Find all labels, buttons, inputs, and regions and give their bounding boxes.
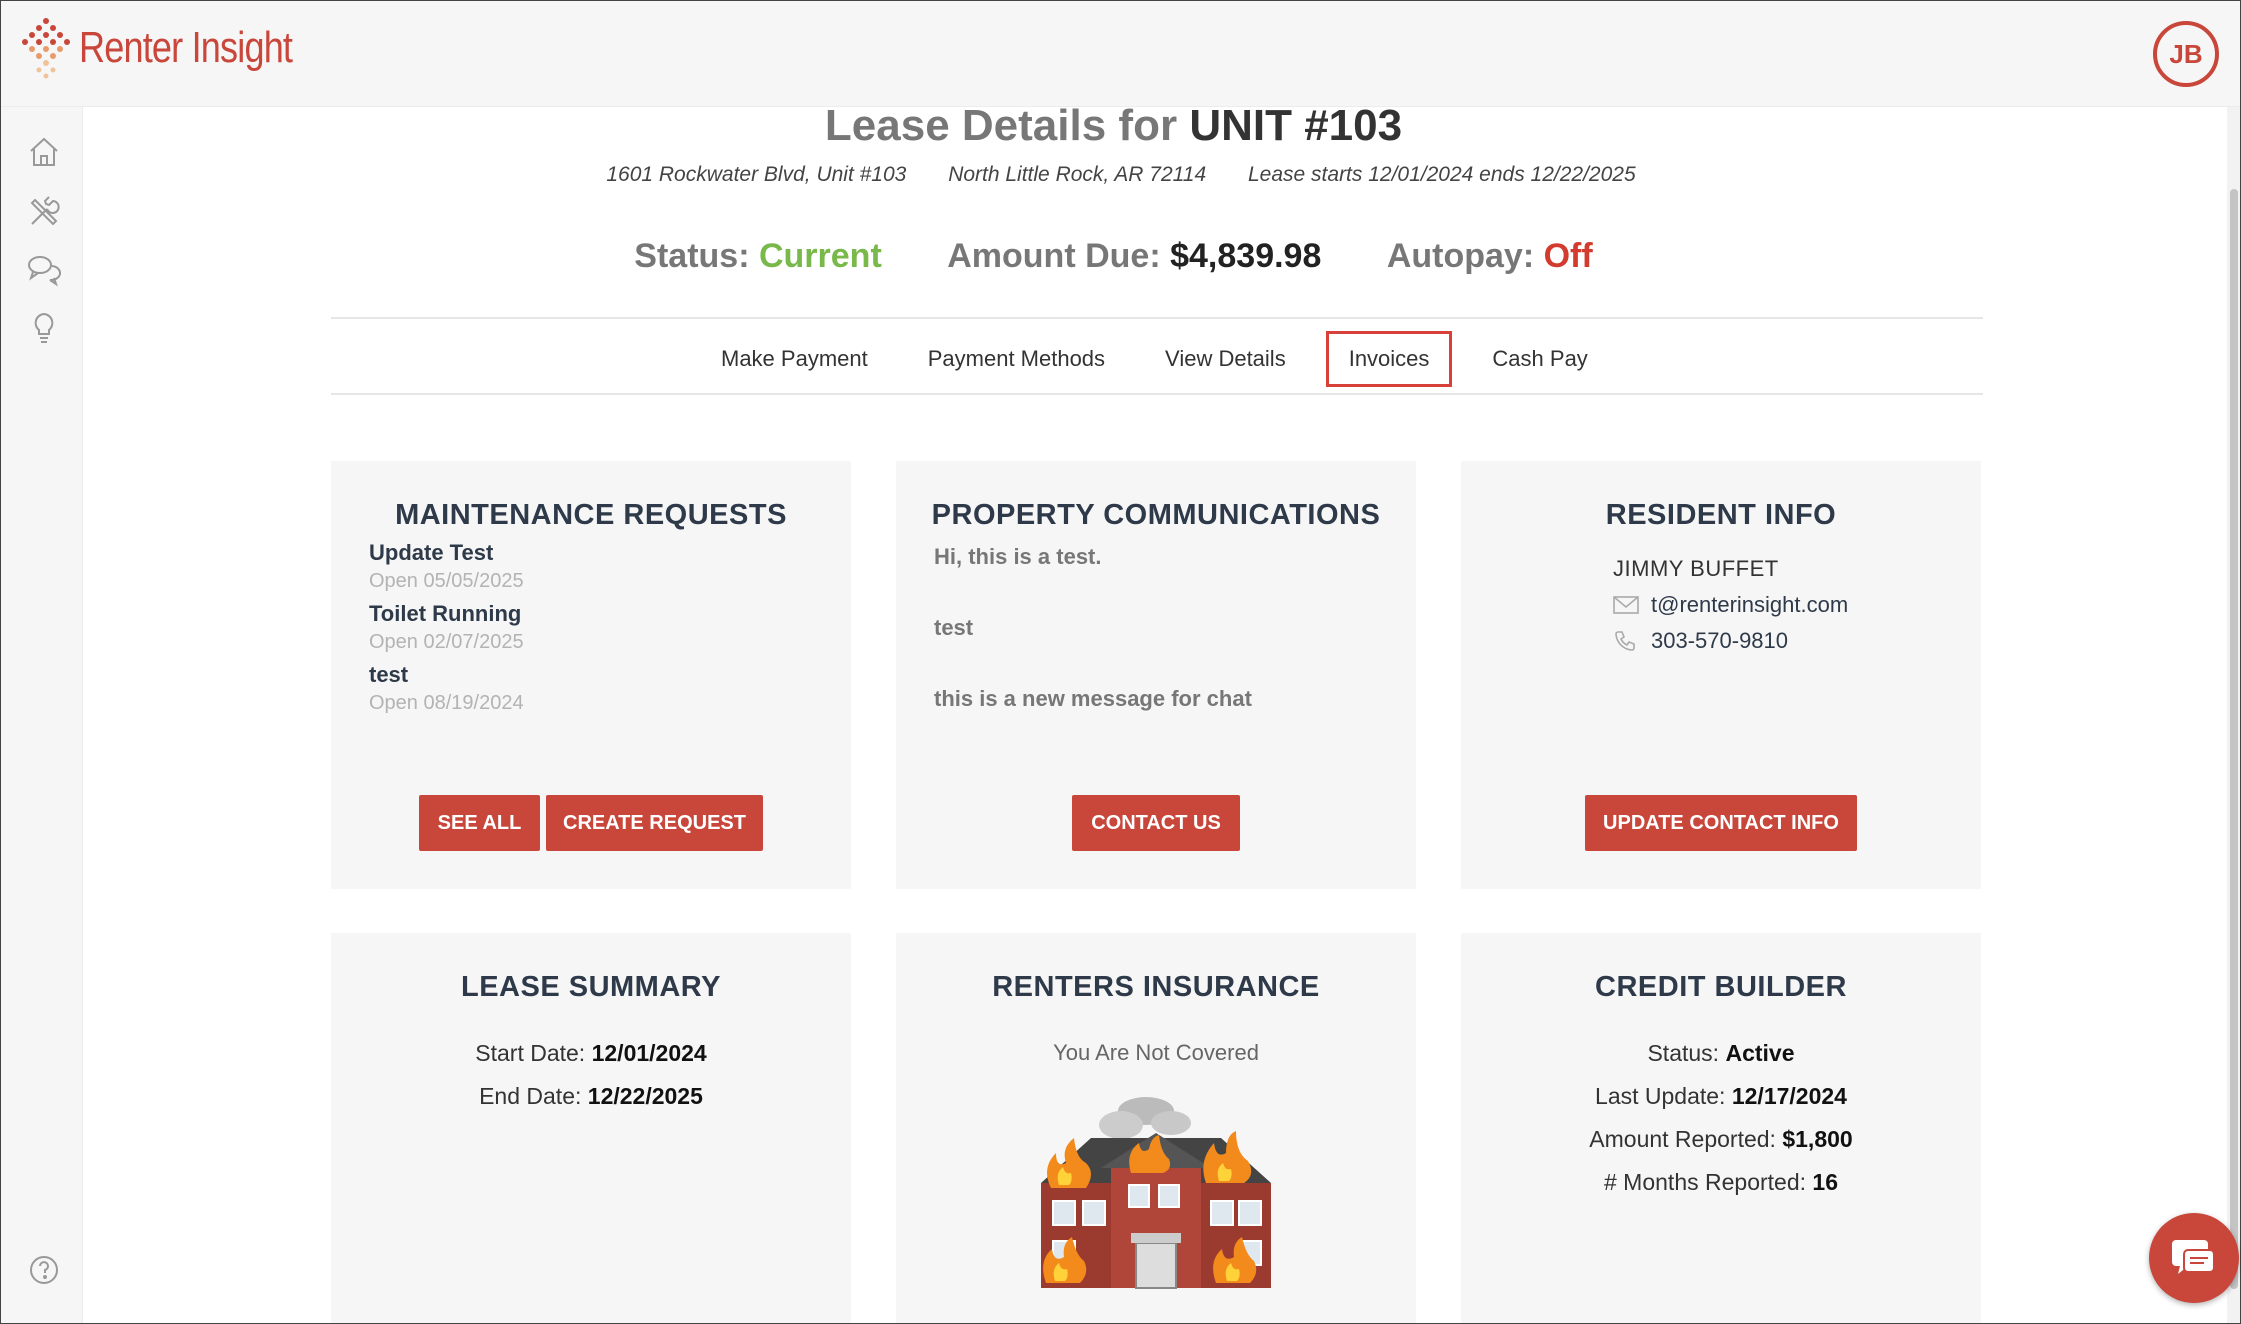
top-bar: Renter Insight JB bbox=[1, 1, 2240, 107]
start-date-value: 12/01/2024 bbox=[591, 1040, 707, 1066]
request-title[interactable]: Update Test bbox=[369, 540, 851, 566]
cb-status-value: Active bbox=[1725, 1040, 1795, 1066]
city: North Little Rock, AR 72114 bbox=[948, 163, 1207, 186]
title-unit: UNIT #103 bbox=[1189, 101, 1403, 150]
request-title[interactable]: Toilet Running bbox=[369, 601, 851, 627]
cb-last-update-label: Last Update: bbox=[1595, 1083, 1726, 1109]
maintenance-card: MAINTENANCE REQUESTS Update Test Open 05… bbox=[331, 461, 851, 889]
burning-house-image bbox=[1041, 1097, 1271, 1289]
envelope-icon bbox=[1613, 596, 1639, 614]
status-line: Status: Current Amount Due: $4,839.98 Au… bbox=[1, 237, 2226, 276]
credit-builder-card: CREDIT BUILDER Status: Active Last Updat… bbox=[1461, 933, 1981, 1323]
renters-insurance-card: RENTERS INSURANCE You Are Not Covered bbox=[896, 933, 1416, 1323]
phone-row: 303-570-9810 bbox=[1613, 628, 1981, 654]
resident-info-card: RESIDENT INFO JIMMY BUFFET t@renterinsig… bbox=[1461, 461, 1981, 889]
card-title: LEASE SUMMARY bbox=[461, 971, 721, 1003]
address: 1601 Rockwater Blvd, Unit #103 bbox=[606, 163, 907, 186]
start-date-label: Start Date: bbox=[475, 1040, 586, 1066]
chat-widget-button[interactable] bbox=[2149, 1213, 2239, 1303]
tab-payment-methods[interactable]: Payment Methods bbox=[908, 334, 1125, 384]
message-item[interactable]: Hi, this is a test. bbox=[934, 540, 1416, 611]
lease-summary-card: LEASE SUMMARY Start Date: 12/01/2024 End… bbox=[331, 933, 851, 1323]
page-title: Lease Details for UNIT #103 bbox=[1, 101, 2226, 151]
request-status: Open 02/07/2025 bbox=[369, 631, 524, 653]
amount-group: Amount Due: $4,839.98 bbox=[947, 237, 1331, 275]
divider bbox=[331, 393, 1983, 395]
cb-amount-label: Amount Reported: bbox=[1589, 1126, 1776, 1152]
card-title: RENTERS INSURANCE bbox=[992, 971, 1320, 1003]
amount-label: Amount Due: bbox=[947, 237, 1161, 275]
communications-list: Hi, this is a test. test this is a new m… bbox=[934, 540, 1416, 753]
card-title: PROPERTY COMMUNICATIONS bbox=[931, 499, 1381, 531]
resident-name: JIMMY BUFFET bbox=[1613, 556, 1779, 581]
tab-make-payment[interactable]: Make Payment bbox=[701, 334, 888, 384]
request-title[interactable]: test bbox=[369, 662, 851, 688]
tools-icon[interactable] bbox=[27, 195, 61, 229]
lease-tabs: Make Payment Payment Methods View Detail… bbox=[701, 331, 1628, 387]
user-avatar[interactable]: JB bbox=[2153, 21, 2219, 87]
see-all-button[interactable]: SEE ALL bbox=[419, 795, 540, 851]
lightbulb-icon[interactable] bbox=[27, 311, 61, 345]
tab-invoices[interactable]: Invoices bbox=[1325, 331, 1453, 387]
request-status: Open 08/19/2024 bbox=[369, 692, 524, 714]
communications-card: PROPERTY COMMUNICATIONS Hi, this is a te… bbox=[896, 461, 1416, 889]
cb-status-label: Status: bbox=[1647, 1040, 1720, 1066]
title-prefix: Lease Details for bbox=[824, 101, 1178, 150]
card-title: RESIDENT INFO bbox=[1605, 499, 1837, 531]
resident-email[interactable]: t@renterinsight.com bbox=[1651, 592, 1848, 618]
resident-phone[interactable]: 303-570-9810 bbox=[1651, 628, 1788, 654]
email-row: t@renterinsight.com bbox=[1613, 592, 1981, 618]
lease-summary-lines: Start Date: 12/01/2024 End Date: 12/22/2… bbox=[331, 1040, 851, 1126]
card-title: CREDIT BUILDER bbox=[1595, 971, 1847, 1003]
logo-icon bbox=[22, 18, 70, 79]
status-label: Status: bbox=[634, 237, 750, 275]
create-request-button[interactable]: CREATE REQUEST bbox=[546, 795, 763, 851]
phone-icon bbox=[1615, 631, 1635, 651]
message-item[interactable]: this is a new message for chat bbox=[934, 682, 1416, 753]
autopay-label: Autopay: bbox=[1386, 237, 1535, 275]
sidebar bbox=[1, 107, 83, 1323]
message-item[interactable]: test bbox=[934, 611, 1416, 682]
credit-builder-lines: Status: Active Last Update: 12/17/2024 A… bbox=[1461, 1040, 1981, 1212]
lease-period: Lease starts 12/01/2024 ends 12/22/2025 bbox=[1248, 163, 1636, 186]
cb-last-update-value: 12/17/2024 bbox=[1731, 1083, 1847, 1109]
tab-cash-pay[interactable]: Cash Pay bbox=[1472, 334, 1607, 384]
status-value: Current bbox=[758, 237, 882, 275]
autopay-group: Autopay: Off bbox=[1387, 237, 1593, 275]
logo-text: Renter Insight bbox=[79, 23, 293, 72]
end-date-value: 12/22/2025 bbox=[587, 1083, 703, 1109]
status-group: Status: Current bbox=[634, 237, 891, 275]
tab-view-details[interactable]: View Details bbox=[1145, 334, 1306, 384]
cb-months-value: 16 bbox=[1812, 1169, 1838, 1195]
card-title: MAINTENANCE REQUESTS bbox=[395, 499, 787, 531]
amount-value: $4,839.98 bbox=[1170, 237, 1322, 275]
cb-amount-value: $1,800 bbox=[1782, 1126, 1853, 1152]
maintenance-list: Update Test Open 05/05/2025 Toilet Runni… bbox=[369, 540, 851, 715]
divider bbox=[331, 317, 1983, 319]
lease-subline: 1601 Rockwater Blvd, Unit #103 North Lit… bbox=[1, 163, 2241, 187]
end-date-label: End Date: bbox=[479, 1083, 582, 1109]
app-logo[interactable]: Renter Insight bbox=[21, 17, 339, 79]
request-status: Open 05/05/2025 bbox=[369, 570, 524, 592]
chat-bubble-icon bbox=[2172, 1240, 2215, 1274]
cb-months-label: # Months Reported: bbox=[1604, 1169, 1807, 1195]
scrollbar-thumb[interactable] bbox=[2230, 189, 2238, 1289]
contact-us-button[interactable]: CONTACT US bbox=[1072, 795, 1240, 851]
autopay-value: Off bbox=[1543, 237, 1593, 275]
help-icon[interactable] bbox=[27, 1253, 61, 1287]
insurance-status: You Are Not Covered bbox=[1053, 1040, 1259, 1065]
update-contact-info-button[interactable]: UPDATE CONTACT INFO bbox=[1585, 795, 1857, 851]
